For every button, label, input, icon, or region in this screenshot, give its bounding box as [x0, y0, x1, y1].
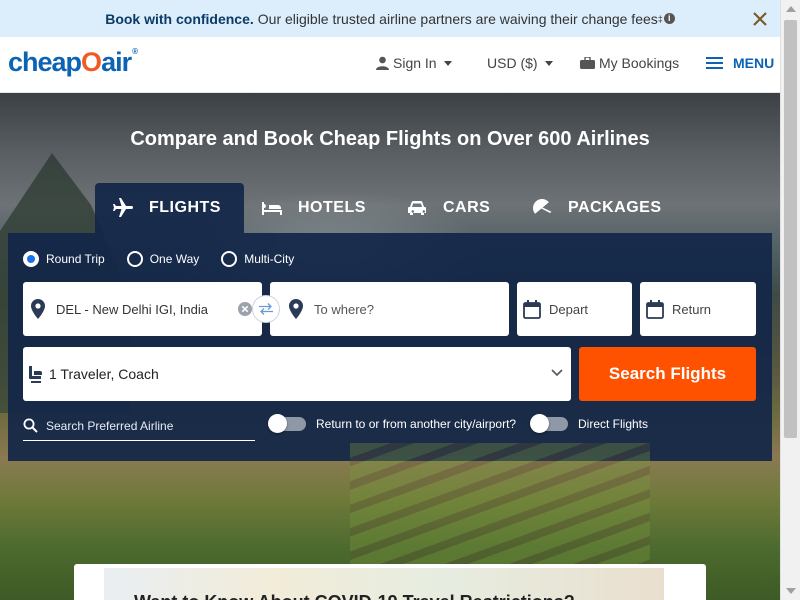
menu-label: MENU — [733, 55, 775, 71]
trip-type-group: Round Trip One Way Multi-City — [23, 251, 294, 267]
scroll-down-icon[interactable] — [786, 588, 796, 594]
seat-icon — [29, 366, 42, 383]
radio-round-trip-label: Round Trip — [46, 252, 105, 266]
tab-flights-label: FLIGHTS — [149, 199, 221, 216]
flight-search-panel: Round Trip One Way Multi-City DEL - New … — [8, 233, 772, 461]
logo-registered: ® — [132, 47, 138, 56]
radio-multi-city[interactable]: Multi-City — [221, 251, 294, 267]
radio-one-way-dot — [126, 251, 143, 267]
location-pin-icon — [31, 299, 45, 319]
page: Book with confidence. Our eligible trust… — [0, 0, 800, 600]
depart-date-field[interactable]: Depart — [517, 282, 632, 336]
location-pin-icon — [289, 299, 303, 319]
scroll-up-icon[interactable] — [786, 6, 796, 12]
from-value: DEL - New Delhi IGI, India — [56, 301, 208, 317]
tab-cars[interactable]: CARS — [405, 183, 490, 233]
tab-packages-label: PACKAGES — [568, 199, 662, 216]
tab-packages[interactable]: PACKAGES — [530, 183, 662, 233]
search-flights-button[interactable]: Search Flights — [579, 347, 756, 401]
covid-info-card: Want to Know About COVID-19 Travel Restr… — [74, 564, 706, 600]
chevron-down-icon — [443, 60, 452, 66]
site-header: cheapOair® Sign In USD ($) My Bookings M… — [0, 37, 780, 93]
clear-icon[interactable] — [238, 302, 252, 316]
travelers-value: 1 Traveler, Coach — [49, 366, 159, 382]
chevron-down-icon — [551, 369, 563, 377]
tab-hotels[interactable]: HOTELS — [260, 183, 366, 233]
radio-round-trip[interactable]: Round Trip — [23, 251, 105, 267]
alt-city-switch[interactable] — [268, 414, 306, 433]
direct-flights-toggle[interactable]: Direct Flights — [530, 414, 649, 433]
alt-city-label: Return to or from another city/airport? — [316, 417, 517, 431]
to-field[interactable]: To where? — [270, 282, 509, 336]
currency-label: USD ($) — [487, 55, 538, 71]
depart-label: Depart — [549, 301, 589, 317]
tab-cars-label: CARS — [443, 199, 491, 216]
banner-bold-text: Book with confidence. — [105, 10, 254, 27]
briefcase-icon — [580, 57, 595, 69]
preferred-airline-input[interactable]: Search Preferred Airline — [23, 411, 255, 441]
calendar-icon — [523, 299, 541, 319]
tab-hotels-label: HOTELS — [298, 199, 366, 216]
direct-flights-switch[interactable] — [530, 414, 568, 433]
close-icon[interactable] — [750, 9, 770, 29]
sign-in-label: Sign In — [393, 55, 437, 71]
info-icon[interactable]: i — [663, 13, 675, 24]
car-icon — [408, 201, 426, 215]
hero-title: Compare and Book Cheap Flights on Over 6… — [130, 128, 650, 150]
my-bookings-link[interactable]: My Bookings — [580, 55, 679, 71]
currency-dropdown[interactable]: USD ($) — [487, 55, 553, 71]
swap-airports-button[interactable] — [252, 295, 280, 323]
radio-multi-city-dot — [221, 251, 238, 267]
notice-banner: Book with confidence. Our eligible trust… — [0, 0, 780, 37]
return-date-field[interactable]: Return — [640, 282, 756, 336]
to-placeholder: To where? — [314, 301, 374, 317]
banner-footnote-mark: ‡ — [657, 13, 663, 24]
my-bookings-label: My Bookings — [599, 55, 680, 71]
travelers-select[interactable]: 1 Traveler, Coach — [23, 347, 571, 401]
radio-one-way[interactable]: One Way — [126, 251, 200, 267]
sign-in-dropdown[interactable]: Sign In — [376, 55, 452, 71]
bed-icon — [262, 202, 282, 215]
radio-round-trip-dot — [23, 251, 39, 267]
hero-section: Compare and Book Cheap Flights on Over 6… — [0, 93, 780, 600]
beach-umbrella-icon — [533, 199, 552, 214]
user-icon — [376, 56, 389, 70]
from-field[interactable]: DEL - New Delhi IGI, India — [23, 282, 262, 336]
scroll-thumb[interactable] — [784, 20, 797, 438]
logo-text-cheap: cheap — [8, 47, 82, 77]
radio-one-way-label: One Way — [149, 252, 200, 266]
calendar-icon — [646, 299, 664, 319]
preferred-airline-placeholder: Search Preferred Airline — [46, 418, 174, 433]
tab-flights[interactable]: FLIGHTS — [95, 183, 244, 233]
return-label: Return — [672, 301, 712, 317]
search-icon — [23, 418, 38, 433]
hamburger-icon — [706, 57, 723, 69]
chevron-down-icon — [544, 60, 553, 66]
alt-city-toggle[interactable]: Return to or from another city/airport? — [268, 414, 517, 433]
direct-flights-label: Direct Flights — [578, 417, 649, 431]
page-scrollbar[interactable] — [780, 0, 800, 600]
menu-button[interactable]: MENU — [706, 55, 774, 71]
banner-text: Our eligible trusted airline partners ar… — [257, 10, 658, 27]
logo-text-air: air — [101, 47, 132, 77]
covid-card-title: Want to Know About COVID-19 Travel Restr… — [134, 592, 575, 600]
airplane-icon — [113, 198, 133, 217]
radio-multi-city-label: Multi-City — [244, 252, 295, 266]
logo-text-o: O — [81, 47, 102, 77]
swap-arrows-icon — [259, 303, 273, 315]
cheapoair-logo[interactable]: cheapOair® — [8, 47, 138, 78]
